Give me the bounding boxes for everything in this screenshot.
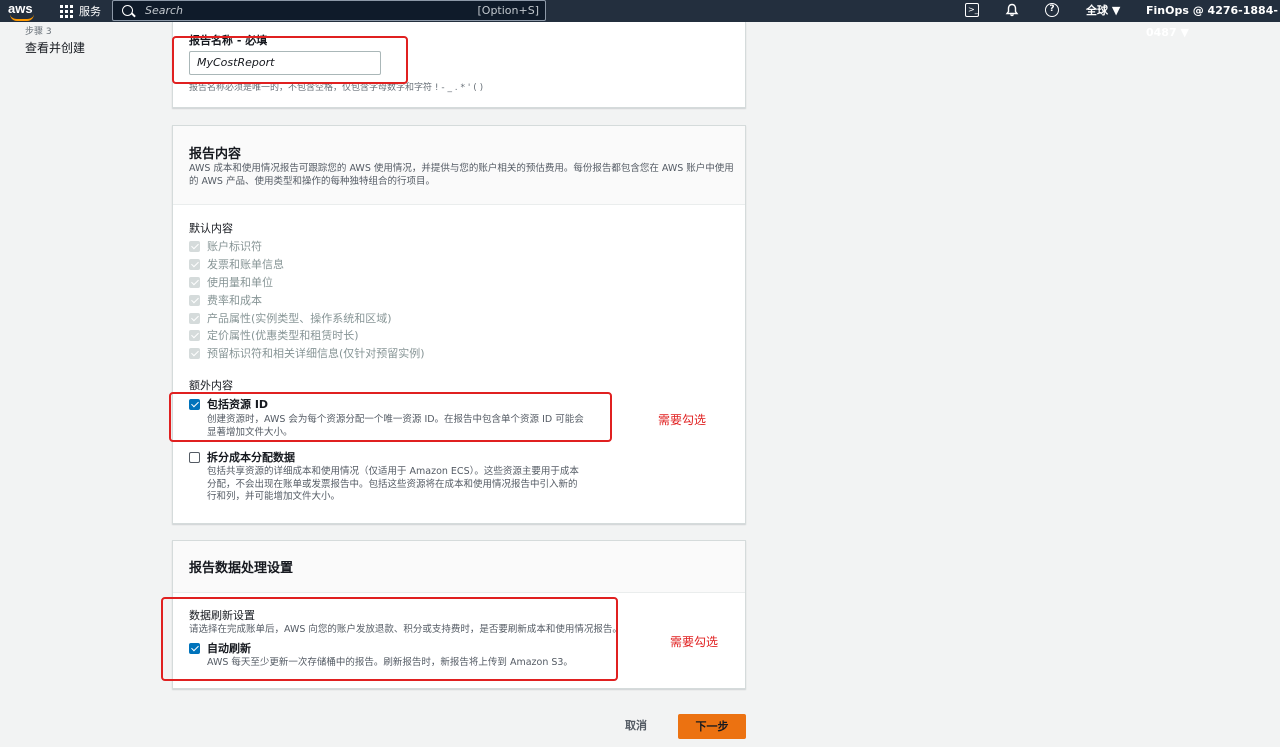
split-cost-option[interactable]: 拆分成本分配数据 bbox=[189, 448, 295, 466]
checkbox-disabled bbox=[189, 276, 200, 288]
auto-refresh-highlight bbox=[161, 597, 618, 681]
report-content-header: 报告内容 AWS 成本和使用情况报告可跟踪您的 AWS 使用情况，并提供与您的账… bbox=[173, 126, 745, 205]
services-menu-button[interactable]: 服务 bbox=[60, 0, 101, 22]
desc-line: 包括共享资源的详细成本和使用情况（仅适用于 Amazon ECS）。这些资源主要… bbox=[207, 466, 579, 477]
default-item-label: 账户标识符 bbox=[207, 240, 262, 253]
search-input[interactable]: Search [Option+S] bbox=[112, 0, 546, 21]
step-review-create[interactable]: 查看并创建 bbox=[25, 39, 85, 56]
report-content-title: 报告内容 bbox=[189, 147, 242, 162]
report-content-description: AWS 成本和使用情况报告可跟踪您的 AWS 使用情况，并提供与您的账户相关的预… bbox=[189, 163, 734, 187]
checkbox-disabled bbox=[189, 294, 200, 306]
resource-id-highlight bbox=[169, 392, 612, 442]
wizard-steps-nav: 步骤 3 查看并创建 bbox=[25, 24, 85, 56]
default-item-row: 定价属性(优惠类型和租赁时长) bbox=[189, 326, 359, 344]
step-number: 步骤 3 bbox=[25, 27, 52, 37]
default-item-row: 预留标识符和相关详细信息(仅针对预留实例) bbox=[189, 344, 425, 362]
default-item-label: 预留标识符和相关详细信息(仅针对预留实例) bbox=[207, 347, 425, 360]
default-item-label: 费率和成本 bbox=[207, 294, 262, 307]
cancel-button[interactable]: 取消 bbox=[612, 714, 660, 738]
report-name-highlight bbox=[172, 36, 408, 84]
grid-icon bbox=[60, 4, 73, 18]
terminal-icon[interactable]: >_ bbox=[965, 3, 979, 17]
desc-line: 分配，不会出现在账单或发票报告中。包括这些资源将在成本和使用情况报告中引入新的 bbox=[207, 478, 578, 490]
data-processing-header: 报告数据处理设置 bbox=[173, 541, 745, 593]
auto-refresh-note: 需要勾选 bbox=[670, 635, 719, 649]
account-menu[interactable]: FinOps @ 4276-1884-0487 ▼ bbox=[1146, 0, 1280, 39]
resource-id-note: 需要勾选 bbox=[658, 413, 707, 427]
aws-smile-icon bbox=[10, 14, 34, 21]
default-item-row: 费率和成本 bbox=[189, 291, 262, 309]
aws-logo[interactable]: aws bbox=[6, 0, 46, 22]
extra-content-title: 额外内容 bbox=[189, 379, 233, 392]
default-item-row: 发票和账单信息 bbox=[189, 255, 284, 273]
checkbox-disabled bbox=[189, 329, 200, 341]
split-cost-label: 拆分成本分配数据 bbox=[207, 451, 295, 464]
split-cost-desc: 包括共享资源的详细成本和使用情况（仅适用于 Amazon ECS）。这些资源主要… bbox=[207, 466, 579, 504]
default-item-row: 账户标识符 bbox=[189, 237, 262, 255]
bell-icon[interactable] bbox=[1005, 3, 1019, 17]
top-navigation-bar: aws 服务 Search [Option+S] >_ ? 全球 ▼ FinOp… bbox=[0, 0, 1280, 39]
default-item-label: 发票和账单信息 bbox=[207, 258, 284, 271]
search-shortcut: [Option+S] bbox=[477, 4, 540, 17]
checkbox-disabled bbox=[189, 347, 200, 359]
report-content-panel: 报告内容 AWS 成本和使用情况报告可跟踪您的 AWS 使用情况，并提供与您的账… bbox=[172, 125, 746, 524]
data-processing-title: 报告数据处理设置 bbox=[189, 561, 294, 576]
desc-line: 行和列，并可能增加文件大小。 bbox=[207, 491, 341, 502]
search-icon bbox=[122, 5, 133, 16]
region-selector[interactable]: 全球 ▼ bbox=[1086, 0, 1120, 22]
default-item-label: 定价属性(优惠类型和租赁时长) bbox=[207, 329, 359, 342]
help-icon[interactable]: ? bbox=[1045, 3, 1059, 17]
default-item-row: 使用量和单位 bbox=[189, 273, 273, 291]
default-content-title: 默认内容 bbox=[189, 222, 233, 235]
checkbox-disabled bbox=[189, 312, 200, 324]
checkbox-disabled bbox=[189, 258, 200, 270]
services-label: 服务 bbox=[79, 5, 101, 18]
next-button[interactable]: 下一步 bbox=[678, 714, 746, 739]
search-placeholder: Search bbox=[145, 4, 184, 17]
default-item-row: 产品属性(实例类型、操作系统和区域) bbox=[189, 309, 392, 327]
default-item-label: 使用量和单位 bbox=[207, 276, 273, 289]
split-cost-checkbox[interactable] bbox=[189, 451, 200, 463]
default-item-label: 产品属性(实例类型、操作系统和区域) bbox=[207, 312, 392, 325]
checkbox-disabled bbox=[189, 240, 200, 252]
